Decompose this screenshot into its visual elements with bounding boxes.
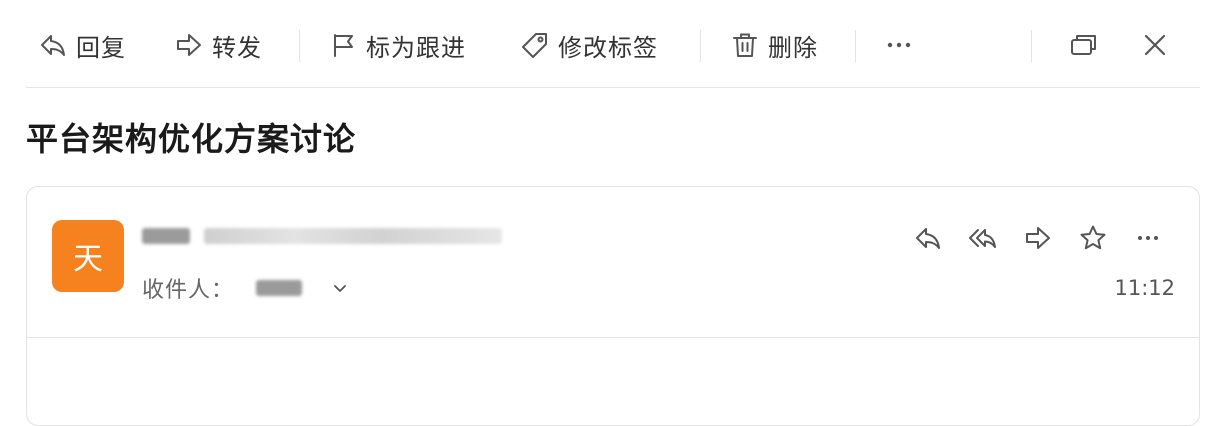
flag-icon [334,34,353,57]
recipient-label: 收件人： [142,278,235,303]
edit-tag-button[interactable]: 修改标签 [520,27,658,63]
mail-toolbar: 回复 转发 标为跟进 修改标签 删除 [26,0,1200,88]
toolbar-divider [855,30,856,62]
reply-message-button[interactable] [911,221,945,255]
message-actions [907,221,1177,255]
reply-icon [916,228,940,249]
more-horizontal-icon [1138,236,1158,240]
toolbar-divider [299,30,300,62]
trash-icon [733,33,757,57]
card-divider [27,337,1199,338]
close-icon [1144,34,1166,56]
email-subject: 平台架构优化方案讨论 [26,120,357,158]
close-button[interactable] [1140,27,1170,63]
message-time: 11:12 [1114,276,1175,300]
delete-label: 删除 [768,33,818,62]
sender-email-redacted [203,228,502,244]
recipient-row: 收件人： [142,273,350,303]
flag-label: 标为跟进 [366,33,466,62]
forward-message-button[interactable] [1021,221,1055,255]
more-horizontal-icon [887,42,911,48]
delete-button[interactable]: 删除 [730,27,818,63]
forward-label: 转发 [212,33,262,62]
forward-icon [1026,227,1050,249]
open-in-window-button[interactable] [1068,27,1098,63]
message-card: 天 收件人： 11:12 [26,186,1200,426]
window-restore-icon [1071,35,1096,55]
recipient-name-redacted [256,280,303,296]
star-button[interactable] [1076,221,1110,255]
sender-avatar: 天 [52,220,124,292]
more-actions-button[interactable] [884,27,914,63]
sender-name-redacted [142,228,190,244]
reply-all-button[interactable] [966,221,1000,255]
star-icon [1080,225,1106,250]
forward-button[interactable]: 转发 [174,27,262,63]
sender-address-redacted [142,225,502,247]
reply-icon [41,35,65,56]
tag-icon [522,33,547,58]
message-more-button[interactable] [1131,221,1165,255]
reply-all-icon [969,229,996,248]
toolbar-divider [1031,30,1032,62]
tag-label: 修改标签 [558,33,658,62]
reply-label: 回复 [76,33,126,62]
forward-icon [177,34,201,56]
flag-followup-button[interactable]: 标为跟进 [328,27,466,63]
reply-button[interactable]: 回复 [38,27,126,63]
chevron-down-icon[interactable] [330,278,350,298]
toolbar-divider [700,30,701,62]
